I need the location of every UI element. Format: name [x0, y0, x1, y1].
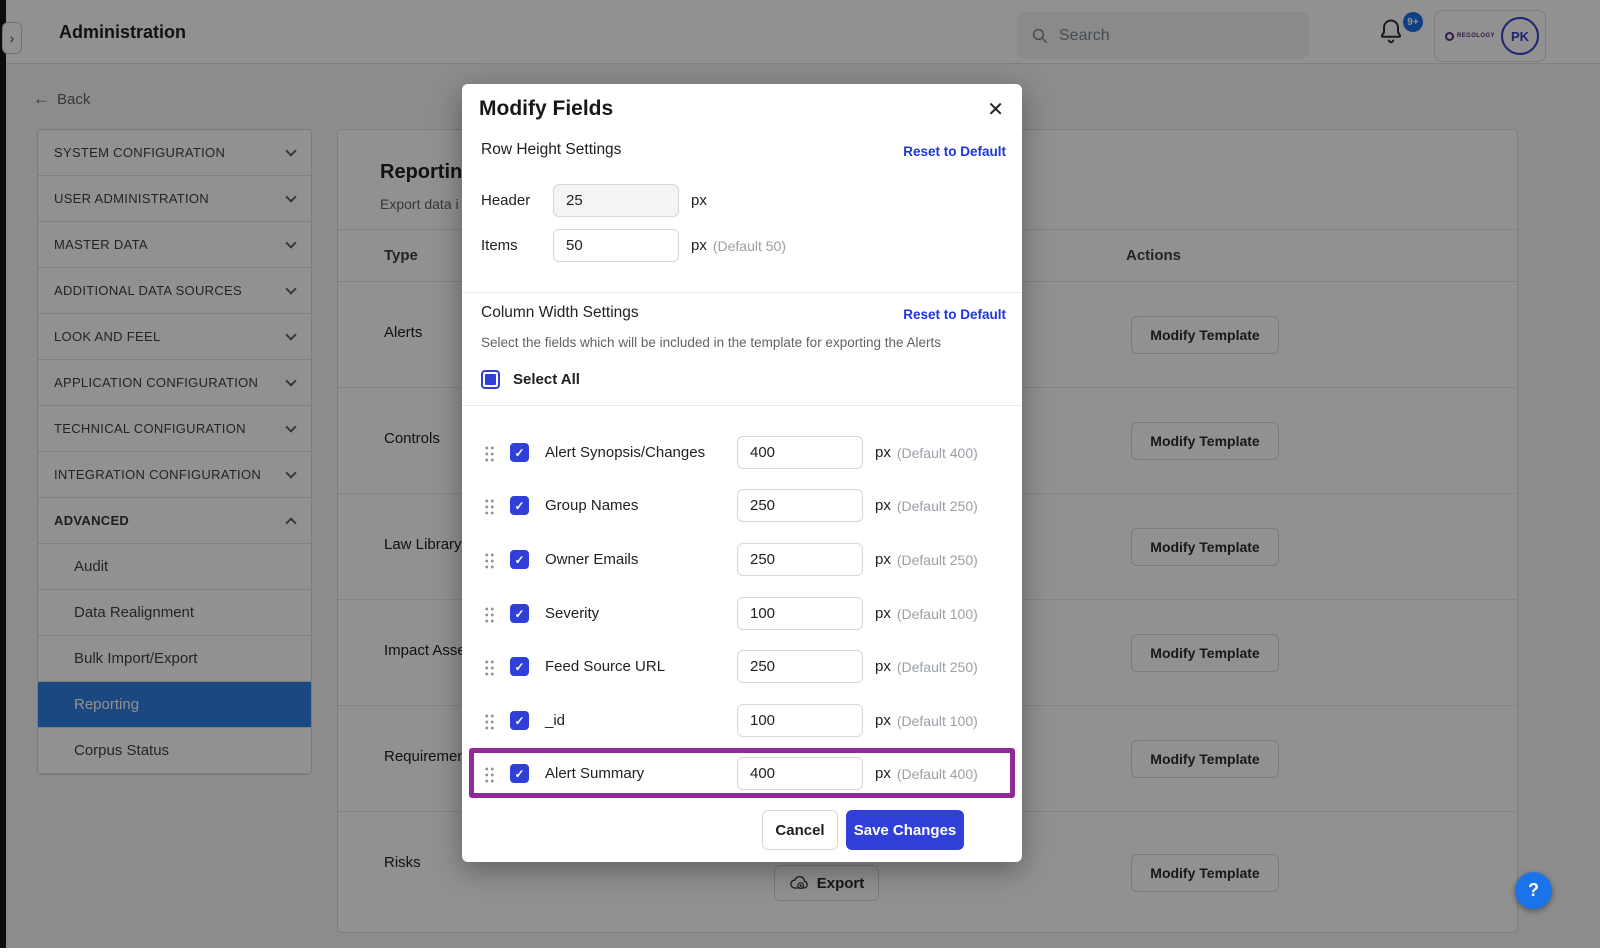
field-width-input[interactable] — [737, 436, 863, 469]
field-checkbox[interactable]: ✓ — [510, 711, 529, 730]
default-note: (Default 50) — [713, 238, 786, 254]
default-note: (Default 250) — [897, 659, 978, 675]
bottom-strip — [0, 948, 1600, 952]
modal-title: Modify Fields — [479, 97, 613, 121]
modify-fields-modal: Modify Fields ✕ Row Height Settings Rese… — [462, 84, 1022, 862]
items-height-input[interactable] — [553, 229, 679, 262]
close-icon[interactable]: ✕ — [987, 97, 1004, 122]
field-checkbox[interactable]: ✓ — [510, 443, 529, 462]
px-unit: px — [691, 192, 707, 209]
field-row-owner-emails: ✓ Owner Emails px (Default 250) — [481, 543, 1006, 576]
drag-handle-icon[interactable] — [484, 765, 495, 783]
indeterminate-checkbox-icon — [481, 370, 500, 389]
field-row-feed-source-url: ✓ Feed Source URL px (Default 250) — [481, 650, 1006, 683]
column-width-settings-title: Column Width Settings — [481, 304, 639, 322]
px-unit: px — [875, 658, 891, 675]
field-width-input[interactable] — [737, 597, 863, 630]
px-unit: px — [875, 605, 891, 622]
field-row-alert-synopsis: ✓ Alert Synopsis/Changes px (Default 400… — [481, 436, 1006, 469]
default-note: (Default 400) — [897, 445, 978, 461]
drag-handle-icon[interactable] — [484, 658, 495, 676]
field-width-input[interactable] — [737, 650, 863, 683]
field-checkbox[interactable]: ✓ — [510, 764, 529, 783]
px-unit: px — [875, 497, 891, 514]
drag-handle-icon[interactable] — [484, 444, 495, 462]
field-width-input[interactable] — [737, 704, 863, 737]
items-height-row: Items px (Default 50) — [481, 229, 1006, 262]
drag-handle-icon[interactable] — [484, 712, 495, 730]
row-height-settings-title: Row Height Settings — [481, 141, 621, 159]
field-checkbox[interactable]: ✓ — [510, 550, 529, 569]
header-height-label: Header — [481, 192, 553, 209]
select-all-label: Select All — [513, 371, 580, 388]
field-checkbox[interactable]: ✓ — [510, 604, 529, 623]
divider — [462, 292, 1022, 293]
save-changes-button[interactable]: Save Changes — [846, 810, 964, 850]
field-checkbox[interactable]: ✓ — [510, 496, 529, 515]
reset-row-height-link[interactable]: Reset to Default — [903, 144, 1006, 159]
divider — [462, 405, 1022, 406]
field-width-input[interactable] — [737, 543, 863, 576]
field-row-alert-summary: ✓ Alert Summary px (Default 400) — [481, 757, 1006, 790]
px-unit: px — [875, 444, 891, 461]
header-height-input[interactable] — [553, 184, 679, 217]
px-unit: px — [875, 551, 891, 568]
px-unit: px — [875, 765, 891, 782]
default-note: (Default 100) — [897, 606, 978, 622]
field-row-severity: ✓ Severity px (Default 100) — [481, 597, 1006, 630]
column-width-description: Select the fields which will be included… — [481, 335, 941, 350]
default-note: (Default 250) — [897, 552, 978, 568]
default-note: (Default 100) — [897, 713, 978, 729]
field-row-id: ✓ _id px (Default 100) — [481, 704, 1006, 737]
drag-handle-icon[interactable] — [484, 605, 495, 623]
help-button[interactable]: ? — [1515, 872, 1552, 909]
px-unit: px — [691, 237, 707, 254]
administration-page: › Administration 9+ REGOLOGY PK ← Back S… — [0, 0, 1600, 948]
header-height-row: Header px — [481, 184, 1006, 217]
field-width-input[interactable] — [737, 757, 863, 790]
field-checkbox[interactable]: ✓ — [510, 657, 529, 676]
field-row-group-names: ✓ Group Names px (Default 250) — [481, 489, 1006, 522]
items-height-label: Items — [481, 237, 553, 254]
field-width-input[interactable] — [737, 489, 863, 522]
drag-handle-icon[interactable] — [484, 551, 495, 569]
default-note: (Default 250) — [897, 498, 978, 514]
default-note: (Default 400) — [897, 766, 978, 782]
px-unit: px — [875, 712, 891, 729]
cancel-button[interactable]: Cancel — [762, 810, 838, 850]
reset-column-width-link[interactable]: Reset to Default — [903, 307, 1006, 322]
drag-handle-icon[interactable] — [484, 497, 495, 515]
select-all-checkbox[interactable]: Select All — [481, 370, 580, 389]
